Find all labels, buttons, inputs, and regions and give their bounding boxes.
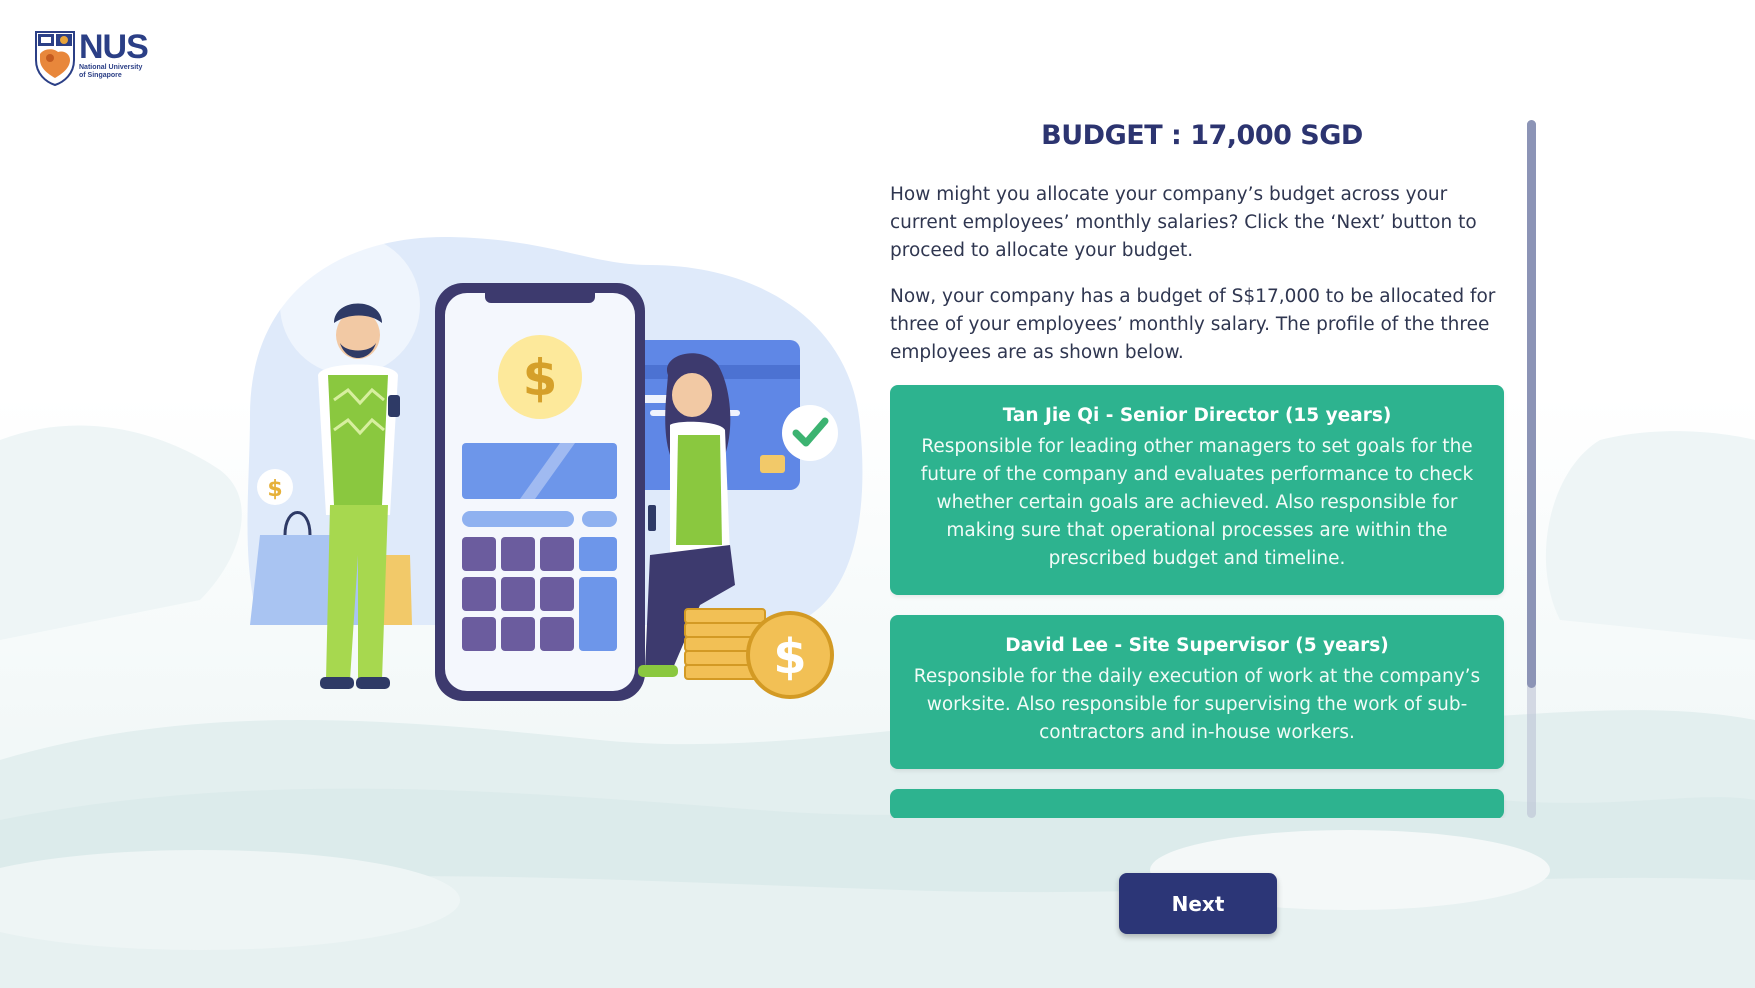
nus-crest-icon — [35, 31, 75, 86]
dollar-coin-icon: $ — [257, 469, 293, 505]
logo-subtitle-line1: National University — [79, 64, 143, 71]
panel-scrollbar-thumb[interactable] — [1527, 120, 1536, 688]
logo-subtitle-line2: of Singapore — [79, 72, 122, 79]
budget-paragraph: Now, your company has a budget of S$17,0… — [890, 286, 1496, 363]
employee-name: Tan Jie Qi - Senior Director (15 years) — [1002, 405, 1392, 426]
employee-card: Tan Jie Qi - Senior Director (15 years) … — [890, 385, 1504, 595]
svg-text:$: $ — [523, 349, 558, 407]
budget-title: BUDGET : 17,000 SGD — [1041, 120, 1363, 151]
intro-paragraph: How might you allocate your company’s bu… — [890, 184, 1477, 261]
employee-card-partial — [890, 789, 1504, 818]
employee-description: Responsible for the daily execution of w… — [913, 666, 1481, 743]
logo-wordmark: NUS — [79, 28, 149, 66]
svg-text:$: $ — [267, 477, 282, 502]
smartphone-icon: $ — [435, 283, 645, 701]
nus-logo[interactable]: NUS National University of Singapore — [34, 30, 154, 88]
content-panel[interactable]: BUDGET : 17,000 SGD How might you alloca… — [890, 118, 1514, 818]
employee-card: David Lee - Site Supervisor (5 years) Re… — [890, 615, 1504, 769]
svg-text:$: $ — [773, 629, 806, 685]
checkmark-icon — [782, 405, 838, 461]
budget-illustration: $ $ $ — [247, 235, 863, 701]
employee-description: Responsible for leading other managers t… — [920, 436, 1474, 569]
next-button[interactable]: Next — [1119, 873, 1277, 934]
employee-name: David Lee - Site Supervisor (5 years) — [1005, 635, 1389, 656]
